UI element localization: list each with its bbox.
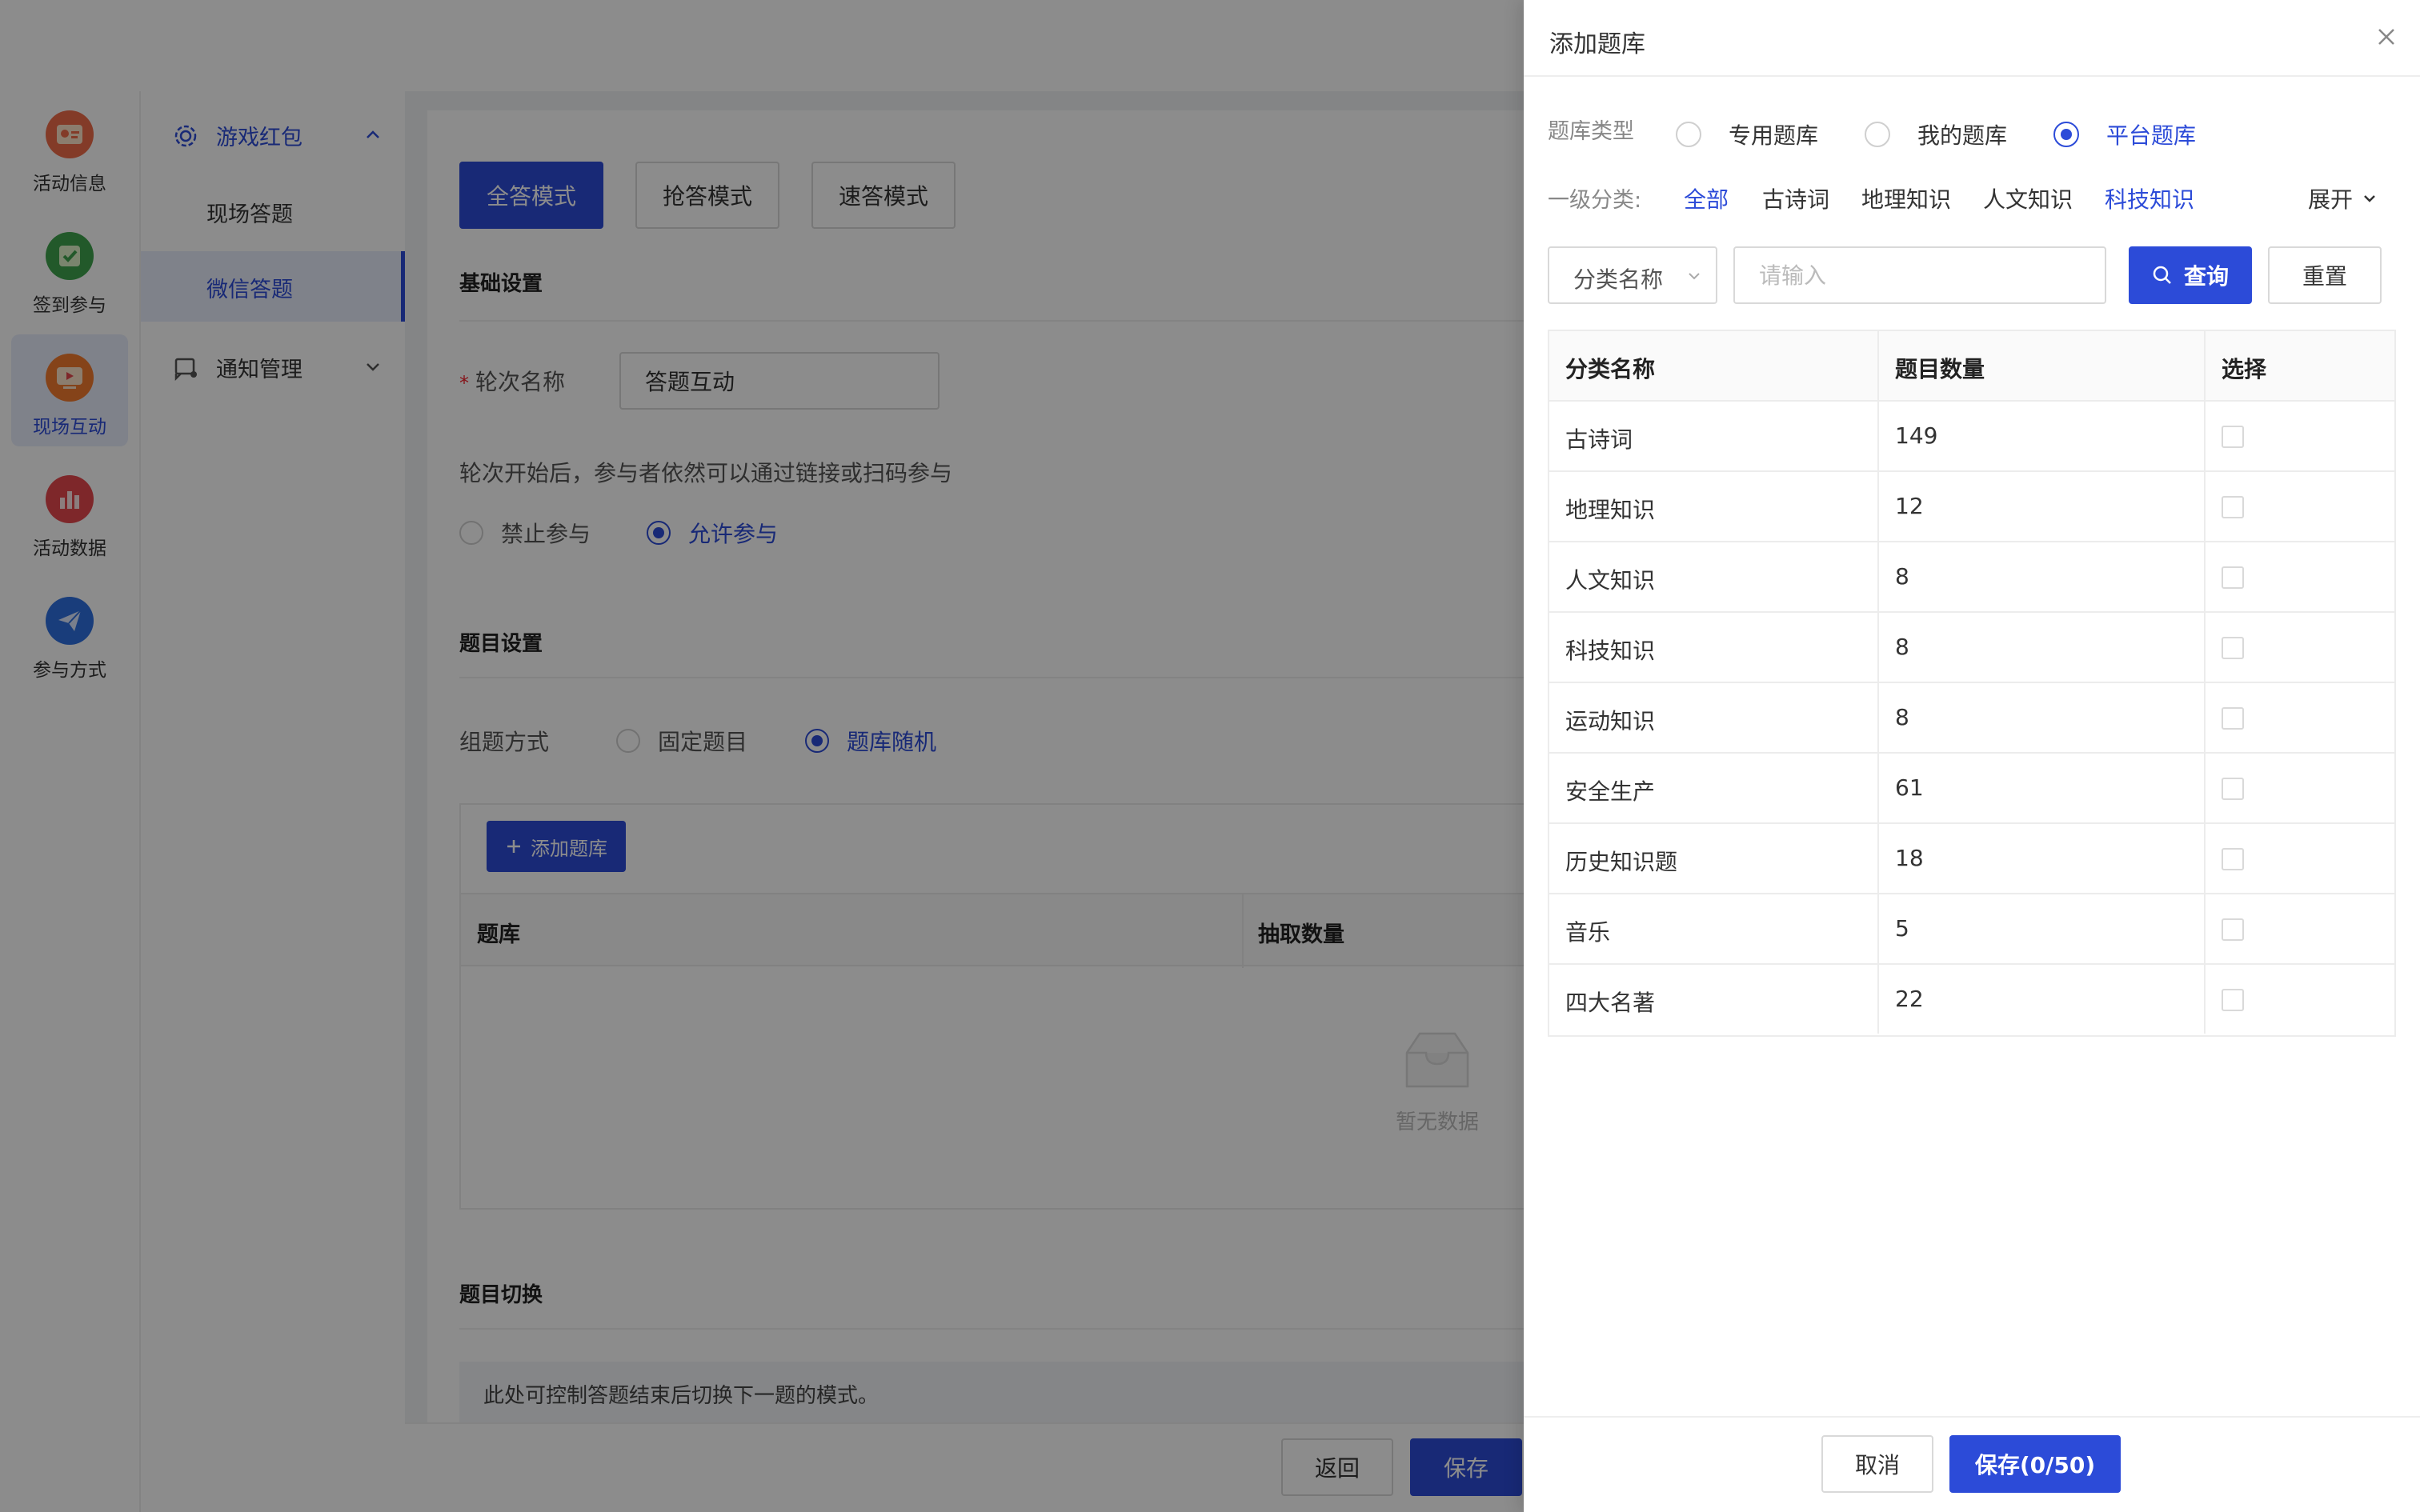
table-row: 科技知识 8 — [1549, 613, 2394, 683]
question-count-cell: 18 — [1877, 824, 2204, 893]
row-checkbox[interactable] — [2222, 989, 2244, 1011]
category-name-cell: 历史知识题 — [1565, 849, 1678, 875]
drawer-header: 添加题库 — [1524, 0, 2420, 77]
category-all[interactable]: 全部 — [1684, 182, 1729, 214]
category-name-cell: 运动知识 — [1565, 708, 1656, 734]
select-value: 分类名称 — [1573, 266, 1664, 293]
row-checkbox[interactable] — [2222, 496, 2244, 518]
radio-my-bank[interactable]: 我的题库 — [1865, 118, 2007, 150]
row-checkbox[interactable] — [2222, 426, 2244, 448]
table-row: 音乐 5 — [1549, 894, 2394, 965]
chevron-down-icon — [2364, 195, 2375, 202]
expand-toggle[interactable]: 展开 — [2308, 182, 2378, 214]
radio-dot — [2053, 122, 2079, 147]
row-checkbox[interactable] — [2222, 566, 2244, 589]
row-checkbox[interactable] — [2222, 707, 2244, 730]
table-row: 人文知识 8 — [1549, 542, 2394, 613]
radio-dot — [1865, 122, 1890, 147]
category-name-cell: 安全生产 — [1565, 778, 1656, 805]
table-row: 古诗词 149 — [1549, 402, 2394, 472]
column-header-category-name: 分类名称 — [1565, 356, 1656, 382]
row-checkbox[interactable] — [2222, 778, 2244, 800]
query-button[interactable]: 查询 — [2129, 246, 2252, 304]
category-name-cell: 古诗词 — [1565, 426, 1633, 453]
table-row: 安全生产 61 — [1549, 754, 2394, 824]
close-icon[interactable] — [2372, 22, 2401, 51]
question-count-cell: 8 — [1877, 542, 2204, 611]
category-geography[interactable]: 地理知识 — [1861, 182, 1951, 214]
select-cell — [2204, 472, 2398, 541]
row-checkbox[interactable] — [2222, 848, 2244, 870]
question-count-cell: 8 — [1877, 683, 2204, 752]
category-ancient-poetry[interactable]: 古诗词 — [1762, 182, 1829, 214]
select-cell — [2204, 402, 2398, 470]
question-count-cell: 12 — [1877, 472, 2204, 541]
table-header-row: 分类名称 题目数量 选择 — [1549, 331, 2394, 402]
radio-platform-bank[interactable]: 平台题库 — [2053, 118, 2196, 150]
filter-field-select[interactable]: 分类名称 — [1548, 246, 1717, 304]
question-count-cell: 22 — [1877, 965, 2204, 1034]
category-name-cell: 四大名著 — [1565, 990, 1656, 1016]
category-table: 分类名称 题目数量 选择 古诗词 149 地理知识 12 人文知识 8 科技知识 8 运动知识 8… — [1548, 330, 2396, 1037]
select-cell — [2204, 894, 2398, 963]
radio-dedicated-bank[interactable]: 专用题库 — [1676, 118, 1818, 150]
select-cell — [2204, 613, 2398, 682]
category-name-cell: 人文知识 — [1565, 567, 1656, 594]
save-button[interactable]: 保存(0/50) — [1949, 1435, 2121, 1493]
question-count-cell: 61 — [1877, 754, 2204, 822]
add-bank-drawer: 添加题库 题库类型 专用题库 我的题库 平台题库 一级分类: 全部 古诗词 地理… — [1524, 0, 2420, 1512]
column-header-select: 选择 — [2204, 331, 2398, 400]
search-icon — [2153, 266, 2171, 284]
question-count-cell: 8 — [1877, 613, 2204, 682]
question-count-cell: 5 — [1877, 894, 2204, 963]
drawer-footer: 取消 保存(0/50) — [1524, 1416, 2420, 1512]
reset-button[interactable]: 重置 — [2268, 246, 2382, 304]
category-technology[interactable]: 科技知识 — [2105, 182, 2194, 214]
column-header-question-count: 题目数量 — [1877, 331, 2204, 400]
category-name-cell: 地理知识 — [1565, 497, 1656, 523]
category-label: 一级分类: — [1548, 188, 1642, 213]
table-row: 地理知识 12 — [1549, 472, 2394, 542]
category-name-cell: 科技知识 — [1565, 638, 1656, 664]
question-count-cell: 149 — [1877, 402, 2204, 470]
drawer-title: 添加题库 — [1549, 30, 1645, 58]
row-checkbox[interactable] — [2222, 918, 2244, 941]
category-name-cell: 音乐 — [1565, 919, 1611, 946]
table-row: 四大名著 22 — [1549, 965, 2394, 1035]
cancel-button[interactable]: 取消 — [1821, 1435, 1933, 1493]
select-cell — [2204, 542, 2398, 611]
radio-dot — [1676, 122, 1701, 147]
select-cell — [2204, 965, 2398, 1034]
chevron-down-icon — [1689, 273, 1700, 280]
bank-type-label: 题库类型 — [1548, 119, 1634, 144]
category-humanities[interactable]: 人文知识 — [1983, 182, 2073, 214]
table-row: 历史知识题 18 — [1549, 824, 2394, 894]
table-row: 运动知识 8 — [1549, 683, 2394, 754]
row-checkbox[interactable] — [2222, 637, 2244, 659]
select-cell — [2204, 754, 2398, 822]
select-cell — [2204, 824, 2398, 893]
search-input[interactable] — [1733, 246, 2106, 304]
select-cell — [2204, 683, 2398, 752]
